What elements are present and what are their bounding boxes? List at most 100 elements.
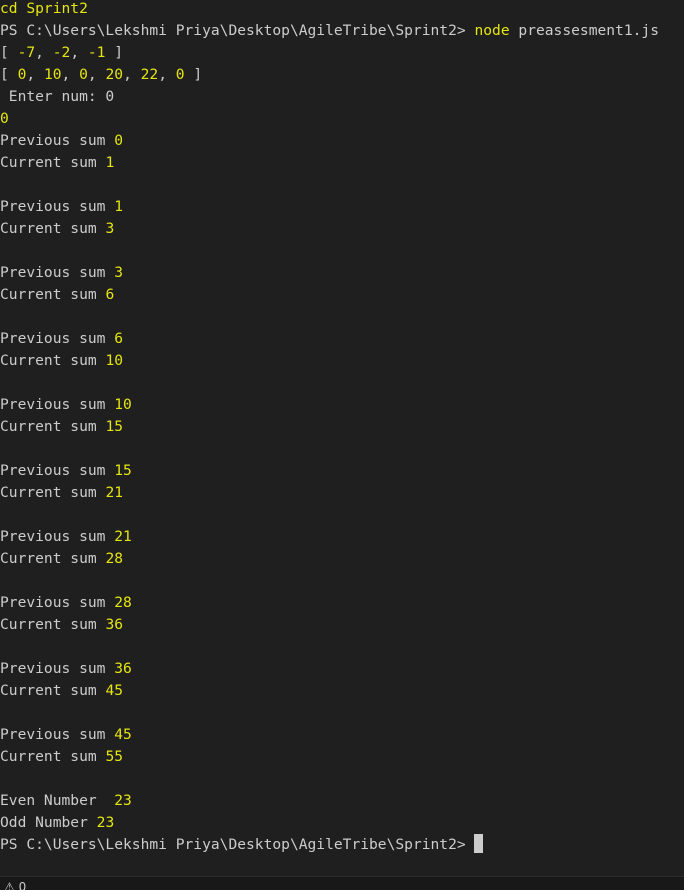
terminal-text: Previous sum	[0, 726, 115, 743]
terminal-line: Previous sum 10	[0, 394, 684, 416]
terminal-text: Previous sum	[0, 132, 115, 149]
terminal-text: node	[474, 22, 510, 39]
terminal-text: 0	[114, 132, 124, 149]
terminal-text: 36	[105, 616, 124, 633]
terminal-text: PS C:\Users\Lekshmi Priya\Desktop\AgileT…	[0, 22, 475, 39]
terminal-text: -2	[52, 44, 71, 61]
terminal-text: ,	[26, 66, 44, 83]
terminal-text: 0	[0, 110, 9, 127]
terminal-text: 10	[43, 66, 62, 83]
terminal-text: Current sum	[0, 748, 106, 765]
terminal-line: Current sum 21	[0, 482, 684, 504]
terminal-text: Current sum	[0, 352, 106, 369]
terminal-text: 15	[105, 418, 124, 435]
terminal-text: 55	[105, 748, 124, 765]
terminal-line: Current sum 3	[0, 218, 684, 240]
terminal-line: [ 0, 10, 0, 20, 22, 0 ]	[0, 64, 684, 86]
terminal-cursor	[474, 834, 484, 853]
terminal-text: Even Number	[0, 792, 115, 809]
terminal-text: ,	[35, 44, 53, 61]
terminal-line: [ -7, -2, -1 ]	[0, 42, 684, 64]
terminal-line: Current sum 15	[0, 416, 684, 438]
terminal-text: 6	[114, 330, 124, 347]
terminal-text: PS C:\Users\Lekshmi Priya\Desktop\AgileT…	[0, 836, 475, 853]
terminal-line: Previous sum 15	[0, 460, 684, 482]
terminal-text: Previous sum	[0, 198, 115, 215]
terminal-text: 10	[114, 396, 132, 413]
terminal-line: Current sum 6	[0, 284, 684, 306]
terminal-line: Current sum 36	[0, 614, 684, 636]
terminal-line: Even Number 23	[0, 790, 684, 812]
terminal-text: ,	[70, 44, 88, 61]
terminal-line: PS C:\Users\Lekshmi Priya\Desktop\AgileT…	[0, 834, 684, 856]
terminal-text: 15	[114, 462, 132, 479]
terminal-text: 45	[114, 726, 132, 743]
terminal-output[interactable]: cd Sprint2 PS C:\Users\Lekshmi Priya\Desk…	[0, 0, 684, 874]
terminal-line: PS C:\Users\Lekshmi Priya\Desktop\AgileT…	[0, 20, 684, 42]
terminal-text: Current sum	[0, 418, 106, 435]
terminal-line: Current sum 55	[0, 746, 684, 768]
terminal-line: Previous sum 6	[0, 328, 684, 350]
terminal-text: 6	[105, 286, 115, 303]
terminal-text: 23	[96, 814, 115, 831]
terminal-line: Current sum 28	[0, 548, 684, 570]
terminal-text: 20	[105, 66, 124, 83]
terminal-text: 1	[105, 154, 115, 171]
terminal-line: Current sum 45	[0, 680, 684, 702]
terminal-text: 3	[114, 264, 124, 281]
terminal-text: Current sum	[0, 682, 106, 699]
terminal-line: Odd Number 23	[0, 812, 684, 834]
warning-count: 0	[18, 880, 27, 890]
warning-icon: ⚠	[4, 880, 15, 890]
terminal-text: -1	[87, 44, 106, 61]
terminal-text: [	[0, 66, 18, 83]
terminal-text: ,	[61, 66, 80, 83]
terminal-line: Current sum 10	[0, 350, 684, 372]
terminal-text: cd Sprint2	[0, 0, 88, 17]
terminal-text: ,	[123, 66, 141, 83]
terminal-text: 36	[114, 660, 132, 677]
terminal-text: Current sum	[0, 286, 106, 303]
terminal-text: Previous sum	[0, 330, 115, 347]
terminal-text: Previous sum	[0, 594, 115, 611]
terminal-text: 28	[105, 550, 124, 567]
terminal-text: 3	[105, 220, 115, 237]
terminal-line: Previous sum 3	[0, 262, 684, 284]
terminal-text: 21	[114, 528, 132, 545]
terminal-line: Enter num: 0	[0, 86, 684, 108]
terminal-text: ]	[105, 44, 124, 61]
terminal-text: Current sum	[0, 550, 106, 567]
terminal-text: Odd Number	[0, 814, 97, 831]
terminal-text: 21	[105, 484, 124, 501]
terminal-text: [	[0, 44, 18, 61]
status-warnings[interactable]: ⚠ 0	[4, 880, 26, 890]
terminal-text: 1	[114, 198, 124, 215]
terminal-text: ]	[184, 66, 203, 83]
terminal-text: 10	[105, 352, 124, 369]
terminal-text: 28	[114, 594, 132, 611]
terminal-text: 0	[79, 66, 88, 83]
terminal-text: -7	[17, 44, 36, 61]
terminal-line: Previous sum 21	[0, 526, 684, 548]
terminal-text: ,	[158, 66, 176, 83]
terminal-text: Current sum	[0, 220, 106, 237]
terminal-line: Previous sum 1	[0, 196, 684, 218]
terminal-line: Current sum 1	[0, 152, 684, 174]
terminal-line: Previous sum 45	[0, 724, 684, 746]
terminal-text: Previous sum	[0, 528, 115, 545]
terminal-text: Current sum	[0, 154, 106, 171]
terminal-text: ,	[87, 66, 106, 83]
terminal-text: Current sum	[0, 484, 106, 501]
terminal-text: 22	[140, 66, 159, 83]
terminal-text: Previous sum	[0, 264, 115, 281]
